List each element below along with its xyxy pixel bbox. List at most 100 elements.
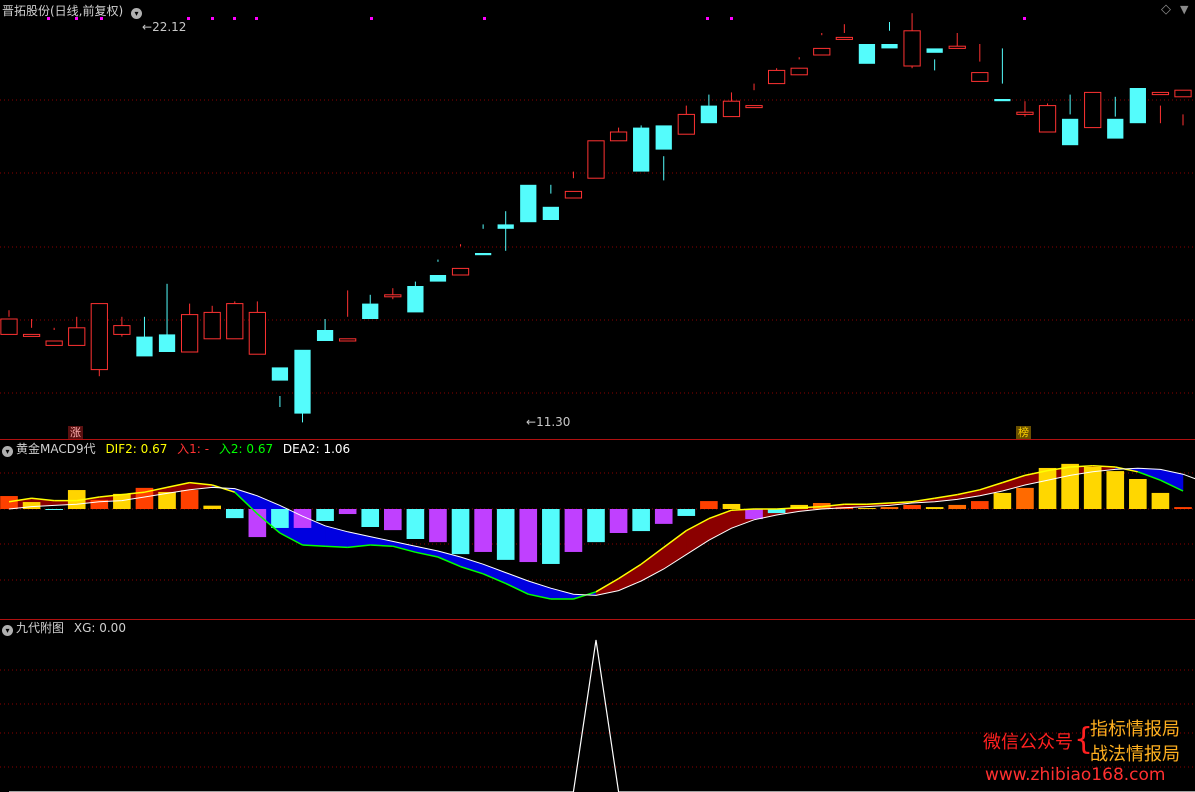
macd-bar xyxy=(542,509,560,564)
scroll-icon[interactable]: ▼ xyxy=(1180,2,1188,18)
candle-body xyxy=(474,253,492,256)
macd-ribbon xyxy=(460,556,484,575)
dea-label: DEA2: xyxy=(282,442,320,456)
low-price-label: ←11.30 xyxy=(526,415,571,429)
candle-body xyxy=(136,336,153,357)
dif-readout: DIF2: 0.67 xyxy=(105,442,167,456)
macd-bar xyxy=(587,509,605,543)
in2-value: 0.67 xyxy=(246,442,274,456)
in1-value: - xyxy=(204,442,210,456)
macd-bar xyxy=(948,504,967,509)
signal-dot xyxy=(187,17,190,20)
watermark-left: 微信公众号 xyxy=(983,732,1073,753)
chart-stage xyxy=(0,0,1195,792)
candle-body xyxy=(294,349,311,414)
candle-body xyxy=(1174,89,1192,98)
sub-name: 九代附图 xyxy=(16,621,65,635)
signal-dot xyxy=(730,17,733,20)
macd-bar xyxy=(700,501,718,509)
macd-bar xyxy=(429,509,447,543)
candle-body xyxy=(248,311,266,355)
candle-body xyxy=(45,340,63,346)
price-chart[interactable] xyxy=(0,0,1195,440)
stock-title-bar[interactable]: 晋拓股份(日线,前复权) ▾ xyxy=(2,3,145,19)
in2-readout: 入2: 0.67 xyxy=(219,442,273,456)
candle-body xyxy=(677,113,695,135)
signal-dot xyxy=(706,17,709,20)
candle-body xyxy=(655,125,672,150)
macd-bar xyxy=(677,509,696,516)
candle-body xyxy=(1151,91,1170,96)
in1-label: 入1: xyxy=(177,442,201,456)
candle-body xyxy=(22,333,41,337)
macd-bar xyxy=(519,509,538,563)
candle-body xyxy=(226,303,244,340)
macd-chart[interactable] xyxy=(0,440,1195,620)
macd-bar xyxy=(993,492,1012,509)
candle-body xyxy=(1129,88,1146,124)
macd-bar xyxy=(1083,467,1102,509)
macd-bar xyxy=(496,509,515,560)
candle-body xyxy=(316,330,334,341)
signal-dot xyxy=(483,17,486,20)
dif-label: DIF2: xyxy=(105,442,137,456)
candle-body xyxy=(0,318,18,335)
candle-body xyxy=(790,67,808,76)
candle-body xyxy=(994,99,1011,102)
candle-body xyxy=(90,303,108,371)
stock-title: 晋拓股份(日线,前复权) xyxy=(2,4,124,18)
macd-bar xyxy=(564,509,583,552)
candle-body xyxy=(362,303,379,319)
candle-body xyxy=(1061,118,1079,146)
macd-bar xyxy=(745,509,763,520)
macd-bar xyxy=(1016,487,1034,509)
candle-body xyxy=(835,36,853,40)
candle-body xyxy=(633,127,650,172)
signal-dot xyxy=(211,17,214,20)
candle-body xyxy=(1038,105,1057,133)
candle-body xyxy=(564,190,583,199)
macd-ribbon xyxy=(482,563,506,584)
chevron-down-icon[interactable]: ▾ xyxy=(2,625,13,636)
in1-readout: 入1: - xyxy=(177,442,209,456)
candle-body xyxy=(948,45,966,49)
macd-bar xyxy=(1129,479,1147,509)
candle-body xyxy=(1107,118,1124,139)
candle-body xyxy=(520,184,537,223)
candle-body xyxy=(1016,111,1034,115)
candle-body xyxy=(158,334,176,352)
candle-body xyxy=(813,47,831,56)
macd-bar xyxy=(858,508,876,510)
signal-dot xyxy=(233,17,236,20)
signal-dot xyxy=(370,17,373,20)
macd-bar xyxy=(271,509,289,528)
macd-bar xyxy=(1106,471,1125,509)
signal-dot xyxy=(1023,17,1026,20)
macd-bar xyxy=(654,509,673,524)
macd-bar xyxy=(451,509,470,555)
macd-bar xyxy=(384,509,402,531)
candle-body xyxy=(497,224,514,229)
diamond-icon[interactable]: ◇ xyxy=(1161,2,1171,18)
macd-ribbon xyxy=(505,572,529,595)
candle-body xyxy=(722,100,741,118)
macd-bar xyxy=(722,503,741,509)
macd-bar xyxy=(903,504,921,509)
low-price-value: 11.30 xyxy=(536,415,571,429)
candle-body xyxy=(451,267,470,276)
chevron-down-icon[interactable]: ▾ xyxy=(2,446,13,457)
high-price-label: ←22.12 xyxy=(142,20,187,34)
macd-header[interactable]: ▾ 黄金MACD9代 DIF2: 0.67 入1: - 入2: 0.67 DEA2… xyxy=(2,441,350,457)
macd-name: 黄金MACD9代 xyxy=(16,442,96,456)
candle-body xyxy=(971,72,989,82)
macd-ribbon xyxy=(618,563,642,591)
chevron-down-icon[interactable]: ▾ xyxy=(131,8,143,19)
macd-bar xyxy=(925,507,944,509)
sub-header[interactable]: ▾ 九代附图 XG: 0.00 xyxy=(2,620,126,636)
candle-body xyxy=(339,338,357,342)
candle-body xyxy=(903,30,921,67)
macd-bar xyxy=(225,509,244,519)
bang-marker: 榜 xyxy=(1016,426,1031,439)
macd-ribbon xyxy=(640,546,664,582)
watermark-line1: 指标情报局 xyxy=(1090,719,1180,740)
